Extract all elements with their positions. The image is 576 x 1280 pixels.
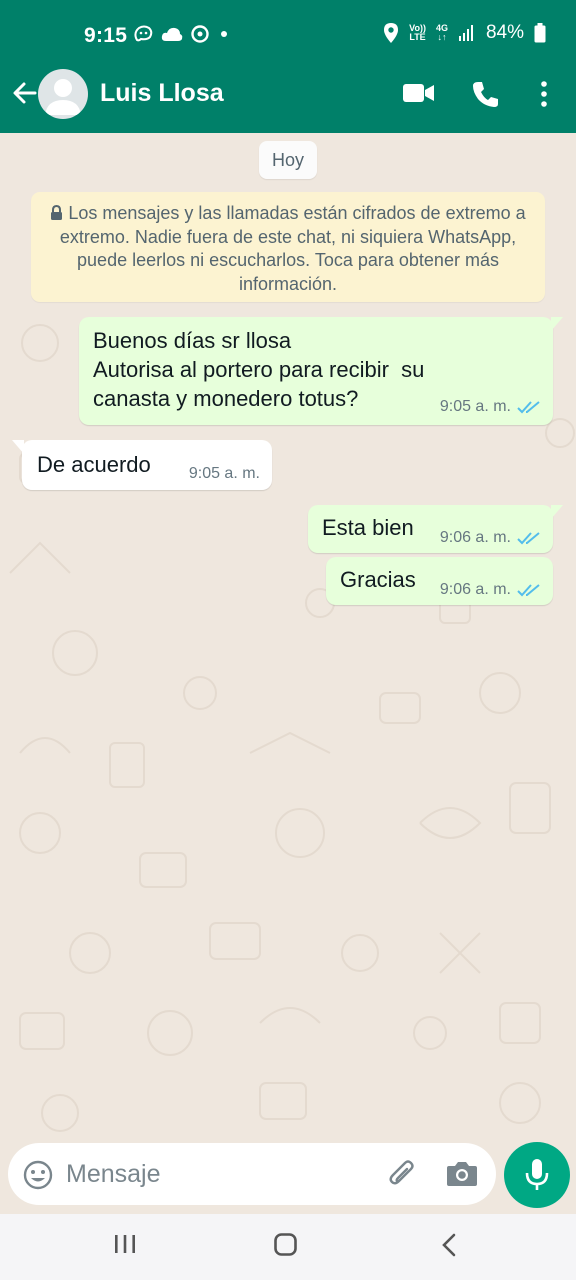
notification-icons	[132, 24, 231, 44]
emoji-icon[interactable]	[22, 1159, 54, 1191]
chat-header: Luis Llosa	[0, 69, 576, 133]
system-icons: Vo)) LTE 4G ↓↑ 84%	[383, 22, 546, 44]
message-meta: 9:05 a. m.	[440, 398, 541, 416]
back-arrow-icon[interactable]	[10, 78, 40, 108]
avatar[interactable]	[38, 69, 88, 119]
bubble-tail	[551, 317, 563, 331]
message-time: 9:06 a. m.	[439, 529, 511, 546]
home-icon[interactable]	[273, 1232, 299, 1258]
message-text-line: Buenos días sr llosa	[93, 328, 292, 353]
message-bubble-outgoing[interactable]: Gracias 9:06 a. m.	[326, 557, 553, 605]
sync-icon	[191, 25, 209, 43]
read-receipt-icon	[517, 532, 540, 545]
message-composer	[8, 1143, 496, 1205]
contact-name[interactable]: Luis Llosa	[100, 79, 224, 108]
message-bubble-incoming[interactable]: De acuerdo 9:05 a. m.	[12, 440, 272, 490]
composer-bar	[0, 1140, 576, 1214]
message-time: 9:05 a. m.	[188, 465, 260, 482]
message-bubble-outgoing[interactable]: Buenos días sr llosa Autorisa al portero…	[79, 317, 563, 425]
attach-icon[interactable]	[386, 1158, 420, 1192]
video-call-icon[interactable]	[403, 82, 435, 104]
message-meta: 9:05 a. m.	[189, 465, 260, 483]
location-icon	[384, 23, 399, 43]
read-receipt-icon	[517, 401, 540, 414]
date-chip: Hoy	[259, 141, 317, 179]
network-type-indicator: 4G ↓↑	[436, 24, 448, 42]
bubble-tail	[12, 440, 24, 454]
voice-call-icon[interactable]	[472, 80, 500, 108]
message-text-line: canasta y monedero totus?	[93, 386, 359, 411]
cloud-icon	[161, 27, 183, 41]
recent-apps-icon[interactable]	[113, 1232, 137, 1256]
message-text-line: Autorisa al portero para recibir su	[93, 357, 425, 382]
message-text: Esta bien	[322, 515, 414, 540]
system-navigation-bar	[0, 1214, 576, 1280]
notification-dot-icon	[221, 31, 227, 37]
encryption-notice[interactable]: Los mensajes y las llamadas están cifrad…	[31, 192, 545, 302]
message-input[interactable]	[66, 1155, 366, 1193]
battery-percent: 84%	[485, 22, 524, 43]
microphone-icon	[525, 1159, 549, 1190]
message-time: 9:06 a. m.	[439, 581, 511, 598]
battery-icon	[534, 23, 546, 43]
message-meta: 9:06 a. m.	[440, 529, 541, 547]
status-time: 9:15	[84, 24, 128, 47]
lock-icon	[51, 205, 63, 220]
message-bubble-outgoing[interactable]: Esta bien 9:06 a. m.	[308, 505, 563, 553]
message-text: Gracias	[340, 567, 416, 592]
encryption-notice-text: Los mensajes y las llamadas están cifrad…	[59, 203, 526, 294]
volte-line2: LTE	[409, 32, 426, 42]
more-options-icon[interactable]	[532, 80, 556, 108]
message-time: 9:05 a. m.	[439, 398, 511, 415]
signal-icon	[458, 25, 473, 41]
voice-message-button[interactable]	[504, 1142, 570, 1208]
back-nav-icon[interactable]	[438, 1232, 460, 1258]
chat-area[interactable]: Hoy Los mensajes y las llamadas están ci…	[0, 133, 576, 1140]
waze-icon	[134, 25, 153, 42]
volte-indicator: Vo)) LTE	[409, 24, 426, 42]
camera-icon[interactable]	[446, 1159, 478, 1187]
read-receipt-icon	[517, 584, 540, 597]
message-meta: 9:06 a. m.	[440, 581, 541, 599]
status-bar: 9:15 Vo)) LTE 4G ↓↑ 84%	[0, 0, 576, 70]
default-avatar-icon	[45, 79, 81, 115]
message-text: De acuerdo	[37, 452, 151, 477]
bubble-tail	[551, 505, 563, 519]
network-line2: ↓↑	[437, 32, 447, 42]
